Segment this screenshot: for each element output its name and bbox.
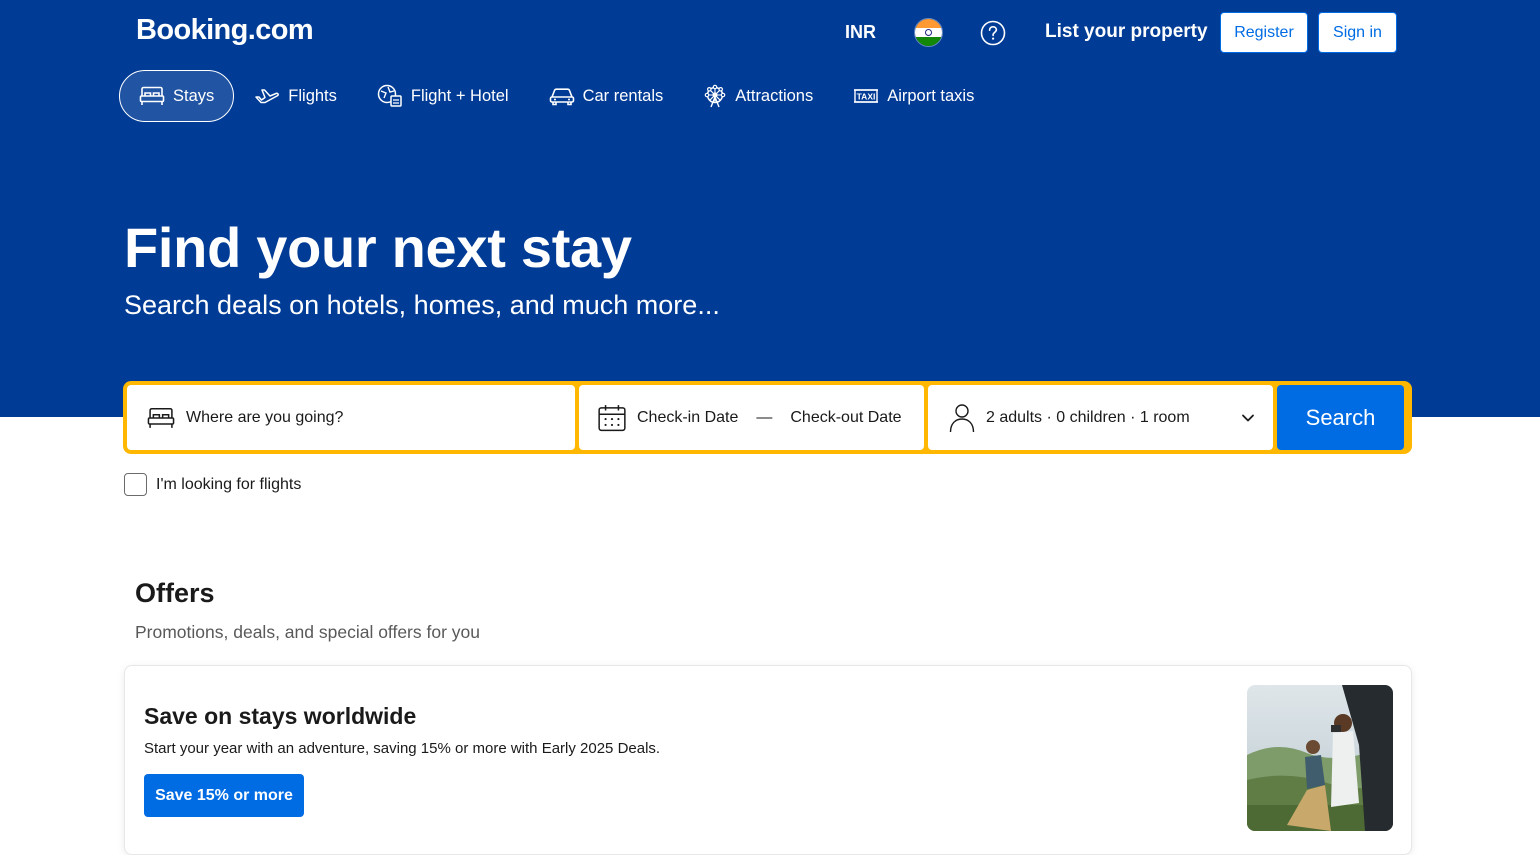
hero-banner: Booking.com INR List your property Regis… bbox=[0, 0, 1540, 417]
offer-cta-button[interactable]: Save 15% or more bbox=[144, 774, 304, 817]
search-bar: Where are you going? Check-in Date — Che… bbox=[123, 381, 1412, 454]
car-icon bbox=[549, 88, 574, 106]
hero-subtitle: Search deals on hotels, homes, and much … bbox=[124, 290, 720, 320]
sign-in-button[interactable]: Sign in bbox=[1318, 12, 1397, 53]
calendar-icon bbox=[598, 404, 626, 431]
svg-text:TAXI: TAXI bbox=[857, 92, 876, 102]
nav-tab-stays[interactable]: Stays bbox=[119, 70, 235, 122]
flight-hotel-icon bbox=[377, 84, 402, 107]
chevron-down-icon bbox=[1242, 414, 1254, 421]
currency-selector[interactable]: INR bbox=[845, 22, 876, 43]
flights-checkbox-label: I'm looking for flights bbox=[156, 475, 302, 493]
guests-summary: 2 adults · 0 children · 1 room bbox=[986, 408, 1190, 426]
register-button[interactable]: Register bbox=[1220, 12, 1308, 53]
nav-tab-label: Attractions bbox=[735, 86, 814, 105]
list-your-property-link[interactable]: List your property bbox=[1045, 21, 1208, 43]
checkout-date: Check-out Date bbox=[790, 408, 902, 426]
ferris-wheel-icon bbox=[704, 84, 726, 108]
nav-tab-car-rentals[interactable]: Car rentals bbox=[529, 70, 684, 122]
question-circle-icon[interactable] bbox=[978, 18, 1008, 48]
hero-title: Find your next stay bbox=[124, 216, 632, 279]
product-nav: Stays Flights Flight + Hotel Car rentals… bbox=[119, 70, 994, 122]
offer-photo bbox=[1247, 685, 1393, 831]
flights-checkbox[interactable] bbox=[124, 473, 147, 496]
airplane-icon bbox=[255, 89, 280, 104]
taxi-icon: TAXI bbox=[854, 89, 879, 103]
bed-icon bbox=[147, 407, 175, 428]
nav-tab-label: Flight + Hotel bbox=[410, 86, 509, 105]
nav-tab-attractions[interactable]: Attractions bbox=[683, 70, 833, 122]
search-button[interactable]: Search bbox=[1277, 385, 1404, 450]
checkin-date: Check-in Date bbox=[637, 408, 739, 426]
nav-tab-flights[interactable]: Flights bbox=[234, 70, 357, 122]
offers-subtitle: Promotions, deals, and special offers fo… bbox=[135, 622, 481, 642]
booking-logo[interactable]: Booking.com bbox=[136, 14, 314, 47]
person-icon bbox=[949, 403, 975, 432]
offer-card: Save on stays worldwide Start your year … bbox=[124, 665, 1412, 855]
date-picker[interactable]: Check-in Date — Check-out Date bbox=[579, 385, 924, 450]
offer-card-title: Save on stays worldwide bbox=[144, 703, 417, 729]
flights-checkbox-row[interactable]: I'm looking for flights bbox=[124, 473, 301, 496]
date-separator: — bbox=[756, 408, 773, 426]
destination-placeholder: Where are you going? bbox=[186, 408, 344, 426]
nav-tab-label: Stays bbox=[173, 86, 215, 105]
destination-input[interactable]: Where are you going? bbox=[127, 385, 575, 450]
offer-card-description: Start your year with an adventure, savin… bbox=[144, 740, 661, 757]
india-flag-icon[interactable] bbox=[914, 18, 943, 47]
nav-tab-label: Flights bbox=[288, 86, 337, 105]
guests-selector[interactable]: 2 adults · 0 children · 1 room bbox=[928, 385, 1273, 450]
bed-icon bbox=[139, 86, 165, 105]
nav-tab-airport-taxis[interactable]: TAXI Airport taxis bbox=[833, 70, 994, 122]
nav-tab-label: Airport taxis bbox=[887, 86, 975, 105]
nav-tab-label: Car rentals bbox=[582, 86, 664, 105]
nav-tab-flight-hotel[interactable]: Flight + Hotel bbox=[357, 70, 529, 122]
offers-title: Offers bbox=[135, 578, 215, 608]
